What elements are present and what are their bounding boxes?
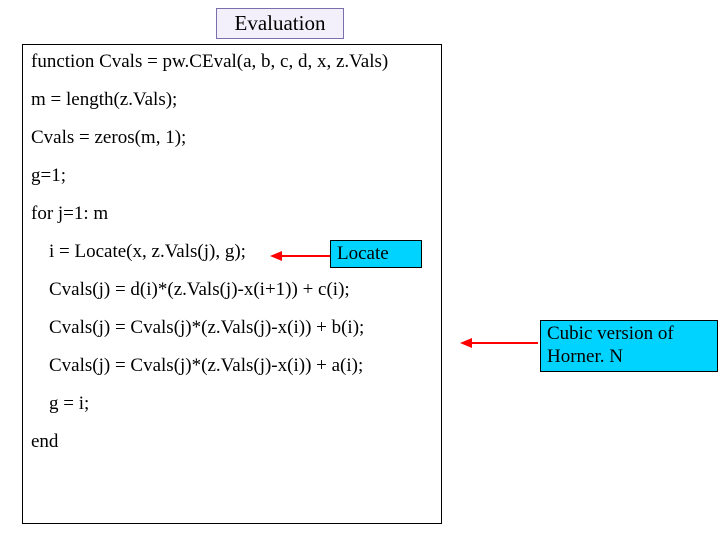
horner-callout: Cubic version of Horner. N xyxy=(540,320,718,372)
code-line-1: function Cvals = pw.CEval(a, b, c, d, x,… xyxy=(31,51,433,73)
code-line-7: Cvals(j) = d(i)*(z.Vals(j)-x(i+1)) + c(i… xyxy=(49,279,433,301)
horner-label: Cubic version of Horner. N xyxy=(547,323,674,367)
code-box: function Cvals = pw.CEval(a, b, c, d, x,… xyxy=(22,44,442,524)
locate-callout: Locate xyxy=(330,240,422,268)
code-line-3: Cvals = zeros(m, 1); xyxy=(31,127,433,149)
locate-label: Locate xyxy=(337,243,389,264)
code-line-11: end xyxy=(31,431,433,453)
arrow-horner-icon xyxy=(460,336,540,350)
code-line-8: Cvals(j) = Cvals(j)*(z.Vals(j)-x(i)) + b… xyxy=(49,317,433,339)
code-line-9: Cvals(j) = Cvals(j)*(z.Vals(j)-x(i)) + a… xyxy=(49,355,433,377)
code-line-4: g=1; xyxy=(31,165,433,187)
code-line-2: m = length(z.Vals); xyxy=(31,89,433,111)
title-text: Evaluation xyxy=(235,11,326,35)
code-line-10: g = i; xyxy=(49,393,433,415)
code-line-5: for j=1: m xyxy=(31,203,433,225)
title-box: Evaluation xyxy=(216,8,344,39)
